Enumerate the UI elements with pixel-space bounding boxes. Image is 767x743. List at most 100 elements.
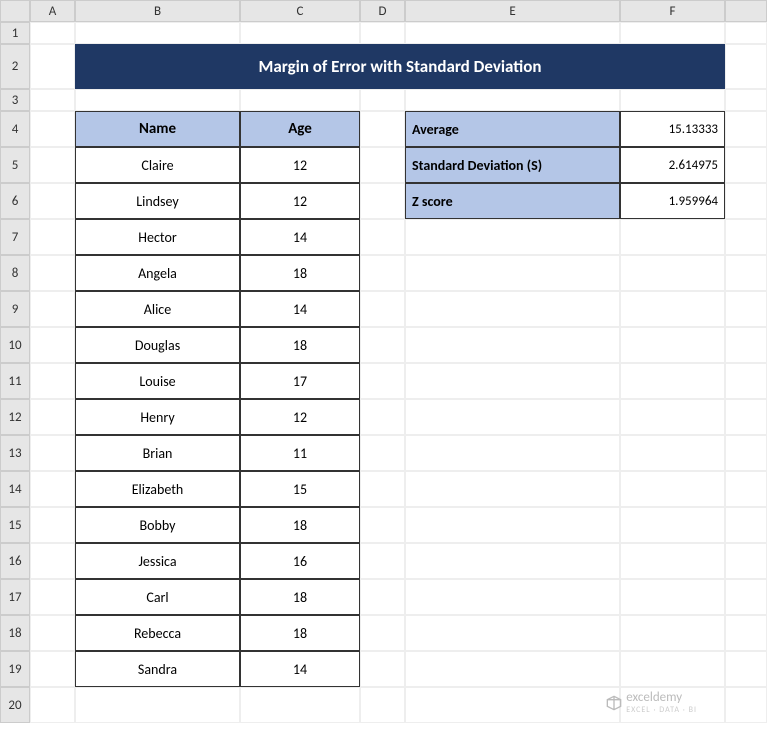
cell[interactable] (30, 255, 75, 291)
cell[interactable] (405, 651, 620, 687)
cell[interactable] (360, 255, 405, 291)
col-header-B[interactable]: B (75, 0, 240, 22)
row-header-20[interactable]: 20 (0, 687, 30, 723)
row-header-19[interactable]: 19 (0, 651, 30, 687)
cell[interactable] (360, 89, 405, 111)
cell[interactable] (30, 651, 75, 687)
cell[interactable] (405, 219, 620, 255)
row-header-18[interactable]: 18 (0, 615, 30, 651)
cell[interactable] (405, 363, 620, 399)
cell[interactable] (360, 543, 405, 579)
cell[interactable] (725, 543, 767, 579)
cell[interactable] (30, 219, 75, 255)
cell[interactable] (405, 291, 620, 327)
cell[interactable] (360, 219, 405, 255)
cell[interactable] (360, 651, 405, 687)
cell[interactable] (620, 471, 725, 507)
col-header-F[interactable]: F (620, 0, 725, 22)
cell-A2[interactable] (30, 44, 75, 89)
cell[interactable] (620, 22, 725, 44)
cell[interactable] (725, 651, 767, 687)
row-header-9[interactable]: 9 (0, 291, 30, 327)
col-header-C[interactable]: C (240, 0, 360, 22)
cell[interactable] (405, 89, 620, 111)
cell[interactable] (360, 327, 405, 363)
cell[interactable] (240, 89, 360, 111)
cell[interactable] (30, 89, 75, 111)
cell[interactable] (360, 507, 405, 543)
cell[interactable] (405, 687, 620, 723)
cell[interactable] (30, 543, 75, 579)
cell[interactable] (360, 147, 405, 183)
cell[interactable] (360, 363, 405, 399)
row-header-12[interactable]: 12 (0, 399, 30, 435)
row-header-17[interactable]: 17 (0, 579, 30, 615)
cell[interactable] (30, 435, 75, 471)
cell[interactable] (30, 471, 75, 507)
row-header-13[interactable]: 13 (0, 435, 30, 471)
row-header-3[interactable]: 3 (0, 89, 30, 111)
cell[interactable] (30, 363, 75, 399)
cell[interactable] (725, 22, 767, 44)
cell[interactable] (360, 687, 405, 723)
row-header-10[interactable]: 10 (0, 327, 30, 363)
cell[interactable] (620, 507, 725, 543)
col-header-D[interactable]: D (360, 0, 405, 22)
cell[interactable] (620, 327, 725, 363)
cell[interactable] (620, 291, 725, 327)
row-header-14[interactable]: 14 (0, 471, 30, 507)
cell[interactable] (620, 89, 725, 111)
cell[interactable] (75, 687, 240, 723)
cell[interactable] (30, 327, 75, 363)
cell[interactable] (725, 89, 767, 111)
cell[interactable] (725, 291, 767, 327)
cell[interactable] (30, 687, 75, 723)
cell[interactable] (725, 399, 767, 435)
cell[interactable] (30, 111, 75, 147)
cell[interactable] (405, 615, 620, 651)
cell[interactable] (405, 255, 620, 291)
col-header-blank[interactable] (725, 0, 767, 22)
row-header-4[interactable]: 4 (0, 111, 30, 147)
cell[interactable] (620, 615, 725, 651)
cell[interactable] (405, 399, 620, 435)
cell[interactable] (620, 399, 725, 435)
cell[interactable] (725, 255, 767, 291)
col-header-A[interactable]: A (30, 0, 75, 22)
cell[interactable] (405, 22, 620, 44)
cell[interactable] (725, 327, 767, 363)
row-header-1[interactable]: 1 (0, 22, 30, 44)
row-header-16[interactable]: 16 (0, 543, 30, 579)
cell[interactable] (725, 111, 767, 147)
row-header-7[interactable]: 7 (0, 219, 30, 255)
cell[interactable] (360, 111, 405, 147)
cell-blank[interactable] (725, 44, 767, 89)
cell[interactable] (75, 89, 240, 111)
cell[interactable] (725, 363, 767, 399)
cell[interactable] (30, 399, 75, 435)
cell[interactable] (30, 291, 75, 327)
cell[interactable] (725, 579, 767, 615)
cell[interactable] (240, 687, 360, 723)
cell[interactable] (75, 22, 240, 44)
col-header-E[interactable]: E (405, 0, 620, 22)
cell[interactable] (405, 471, 620, 507)
cell[interactable] (405, 543, 620, 579)
cell[interactable] (405, 435, 620, 471)
cell[interactable] (620, 363, 725, 399)
cell[interactable] (360, 471, 405, 507)
cell[interactable] (360, 22, 405, 44)
cell[interactable] (405, 327, 620, 363)
row-header-15[interactable]: 15 (0, 507, 30, 543)
cell[interactable] (360, 579, 405, 615)
cell[interactable] (30, 507, 75, 543)
cell[interactable] (620, 651, 725, 687)
cell[interactable] (30, 579, 75, 615)
cell[interactable] (240, 22, 360, 44)
cell[interactable] (360, 291, 405, 327)
cell[interactable] (360, 183, 405, 219)
cell[interactable] (725, 435, 767, 471)
cell[interactable] (405, 579, 620, 615)
cell[interactable] (30, 147, 75, 183)
cell[interactable] (360, 399, 405, 435)
